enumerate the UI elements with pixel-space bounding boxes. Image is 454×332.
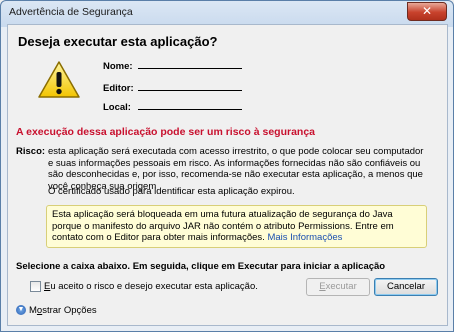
cancel-button[interactable]: Cancelar	[374, 278, 438, 296]
chevron-down-icon: ▼	[16, 305, 26, 316]
accept-risk-label[interactable]: Eu aceito o risco e desejo executar esta…	[44, 281, 258, 292]
certificate-expired-text: O certificado usado para identificar est…	[48, 186, 295, 197]
security-warning-dialog: Advertência de Segurança ✕ Deseja execut…	[0, 0, 454, 332]
more-info-link[interactable]: Mais Informações	[267, 232, 342, 243]
name-value-line	[138, 68, 242, 69]
accept-risk-checkbox[interactable]	[30, 281, 41, 292]
publisher-label: Editor:	[103, 83, 134, 94]
publisher-value-line	[138, 90, 242, 91]
name-label: Nome:	[103, 61, 133, 72]
title-bar[interactable]: Advertência de Segurança ✕	[1, 1, 453, 23]
show-options-toggle[interactable]: ▼ Mostrar Opções	[16, 305, 97, 316]
location-label: Local:	[103, 102, 131, 113]
run-button[interactable]: Executar	[306, 278, 370, 296]
dialog-content: Deseja executar esta aplicação? Nome: Ed…	[7, 24, 448, 326]
risk-label: Risco:	[16, 146, 46, 157]
location-value-line	[138, 109, 242, 110]
window-title: Advertência de Segurança	[9, 6, 133, 18]
dialog-question: Deseja executar esta aplicação?	[18, 34, 218, 49]
risk-heading: A execução dessa aplicação pode ser um r…	[16, 126, 316, 138]
permissions-notice: Esta aplicação será bloqueada em uma fut…	[46, 205, 427, 248]
instruction-text: Selecione a caixa abaixo. Em seguida, cl…	[16, 261, 386, 272]
warning-triangle-icon	[38, 61, 80, 98]
close-button[interactable]: ✕	[407, 2, 447, 21]
